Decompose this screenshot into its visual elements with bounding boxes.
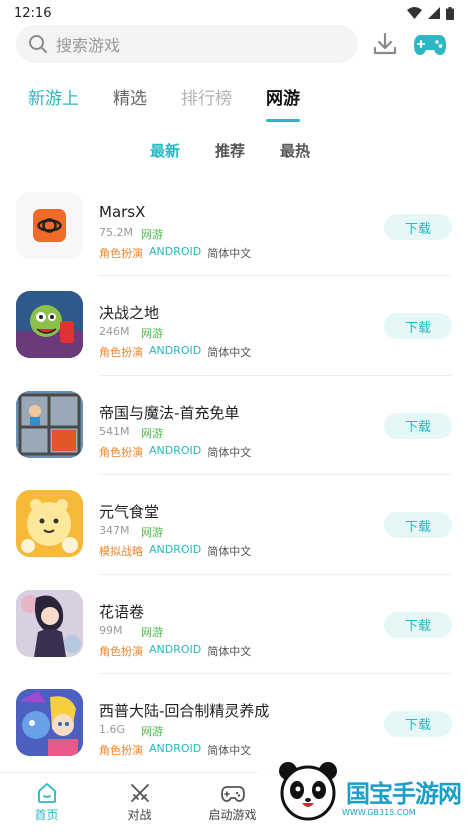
- game-name: 决战之地: [99, 304, 160, 323]
- game-category: 网游: [141, 228, 163, 241]
- watermark-url: WWW.GB315.COM: [342, 808, 416, 817]
- game-size: 99M: [99, 623, 123, 637]
- download-manager-button[interactable]: [370, 29, 400, 59]
- tag-language: 简体中文: [207, 545, 252, 559]
- download-button[interactable]: 下载: [384, 611, 452, 638]
- game-tags: 模拟战略 ANDROID 简体中文: [99, 543, 251, 559]
- status-icons: [407, 6, 454, 20]
- tag-genre: 角色扮演: [99, 644, 143, 658]
- game-category: 网游: [141, 327, 163, 341]
- tag-language: 简体中文: [207, 247, 252, 260]
- tag-genre: 角色扮演: [99, 346, 143, 360]
- nav-launch-label: 启动游戏: [208, 808, 257, 822]
- tag-language: 简体中文: [207, 743, 252, 757]
- download-button[interactable]: 下载: [384, 512, 452, 539]
- home-icon: [37, 783, 56, 803]
- tab-ranking[interactable]: 排行榜: [181, 84, 232, 122]
- tab-featured[interactable]: 精选: [113, 84, 147, 122]
- gamepad-icon: [220, 786, 245, 802]
- tag-genre: 模拟战略: [99, 545, 143, 559]
- game-icon-huayujuan: [16, 589, 83, 657]
- game-tags: 角色扮演 ANDROID 简体中文: [99, 344, 251, 360]
- tag-platform: ANDROID: [149, 245, 202, 258]
- nav-home-label: 首页: [34, 808, 59, 822]
- download-button[interactable]: 下载: [384, 710, 452, 737]
- tag-language: 简体中文: [207, 644, 252, 658]
- sort-tabs: 最新 推荐 最热: [150, 140, 345, 161]
- status-bar: 12:16: [0, 0, 468, 26]
- game-size: 246M: [99, 325, 130, 339]
- game-category: 网游: [141, 724, 163, 738]
- signal-icon: [428, 7, 440, 19]
- watermark-text: 国宝手游网: [346, 779, 462, 808]
- crossed-swords-icon: [130, 784, 149, 802]
- game-icon-yuanqi-canteen: [16, 490, 83, 558]
- game-name: 花语卷: [99, 602, 145, 621]
- download-icon: [373, 32, 397, 55]
- game-tags: 角色扮演 ANDROID 简体中文: [99, 245, 251, 261]
- wifi-icon: [407, 7, 422, 19]
- tag-platform: ANDROID: [149, 642, 202, 656]
- game-tags: 角色扮演 ANDROID 简体中文: [99, 742, 251, 758]
- subtab-hottest[interactable]: 最热: [280, 140, 310, 161]
- game-icon-empire-magic: [16, 390, 83, 458]
- list-item[interactable]: MarsX 75.2M 网游 角色扮演 ANDROID 简体中文 下载: [0, 177, 468, 277]
- download-button[interactable]: 下载: [384, 412, 452, 439]
- game-center-button[interactable]: [412, 29, 448, 59]
- game-icon-marsx: [16, 192, 83, 259]
- battery-icon: [446, 6, 454, 20]
- tag-language: 简体中文: [207, 445, 252, 459]
- tag-genre: 角色扮演: [99, 743, 143, 757]
- list-item[interactable]: 决战之地 246M 网游 角色扮演 ANDROID 简体中文 下载: [0, 276, 468, 376]
- game-tags: 角色扮演 ANDROID 简体中文: [99, 444, 251, 460]
- category-tabs: 新游上 精选 排行榜 网游: [28, 84, 334, 122]
- panda-logo-icon: [279, 762, 337, 821]
- top-bar: 搜索游戏: [16, 25, 454, 63]
- nav-battle-label: 对战: [127, 808, 152, 822]
- game-category: 网游: [141, 426, 163, 440]
- tag-platform: ANDROID: [149, 543, 202, 557]
- game-name: MarsX: [99, 203, 146, 221]
- gamepad-icon: [414, 35, 446, 55]
- download-button[interactable]: 下载: [384, 214, 452, 240]
- tag-platform: ANDROID: [149, 741, 202, 755]
- tag-genre: 角色扮演: [99, 247, 143, 260]
- nav-battle[interactable]: 对战: [93, 773, 186, 832]
- game-icon-juezhanzhidi: [16, 291, 83, 359]
- tag-genre: 角色扮演: [99, 445, 143, 459]
- download-button[interactable]: 下载: [384, 313, 452, 340]
- tab-new-games[interactable]: 新游上: [28, 84, 79, 122]
- tab-online-games[interactable]: 网游: [266, 84, 300, 122]
- game-list: MarsX 75.2M 网游 角色扮演 ANDROID 简体中文 下载 决战之地…: [0, 177, 468, 773]
- game-name: 元气食堂: [99, 503, 160, 522]
- game-tags: 角色扮演 ANDROID 简体中文: [99, 643, 251, 659]
- game-size: 541M: [99, 424, 130, 438]
- list-item[interactable]: 元气食堂 347M 网游 模拟战略 ANDROID 简体中文 下载: [0, 475, 468, 575]
- tag-platform: ANDROID: [149, 344, 202, 358]
- subtab-recommended[interactable]: 推荐: [215, 140, 245, 161]
- game-category: 网游: [141, 526, 163, 540]
- watermark: 国宝手游网 WWW.GB315.COM: [258, 750, 468, 832]
- search-placeholder: 搜索游戏: [56, 36, 121, 55]
- search-icon: [29, 35, 47, 53]
- game-size: 347M: [99, 524, 130, 538]
- game-name: 西普大陆-回合制精灵养成: [99, 701, 270, 720]
- game-category: 网游: [141, 625, 163, 639]
- game-size: 75.2M: [99, 226, 133, 239]
- search-input[interactable]: 搜索游戏: [16, 25, 358, 63]
- status-time: 12:16: [14, 5, 52, 21]
- subtab-latest[interactable]: 最新: [150, 140, 180, 161]
- tag-language: 简体中文: [207, 346, 252, 360]
- list-item[interactable]: 花语卷 99M 网游 角色扮演 ANDROID 简体中文 下载: [0, 575, 468, 674]
- game-size: 1.6G: [99, 722, 126, 736]
- list-item[interactable]: 帝国与魔法-首充免单 541M 网游 角色扮演 ANDROID 简体中文 下载: [0, 376, 468, 476]
- game-icon-xipu-continent: [16, 688, 83, 756]
- game-name: 帝国与魔法-首充免单: [99, 403, 240, 422]
- tag-platform: ANDROID: [149, 443, 202, 457]
- nav-home[interactable]: 首页: [0, 773, 93, 832]
